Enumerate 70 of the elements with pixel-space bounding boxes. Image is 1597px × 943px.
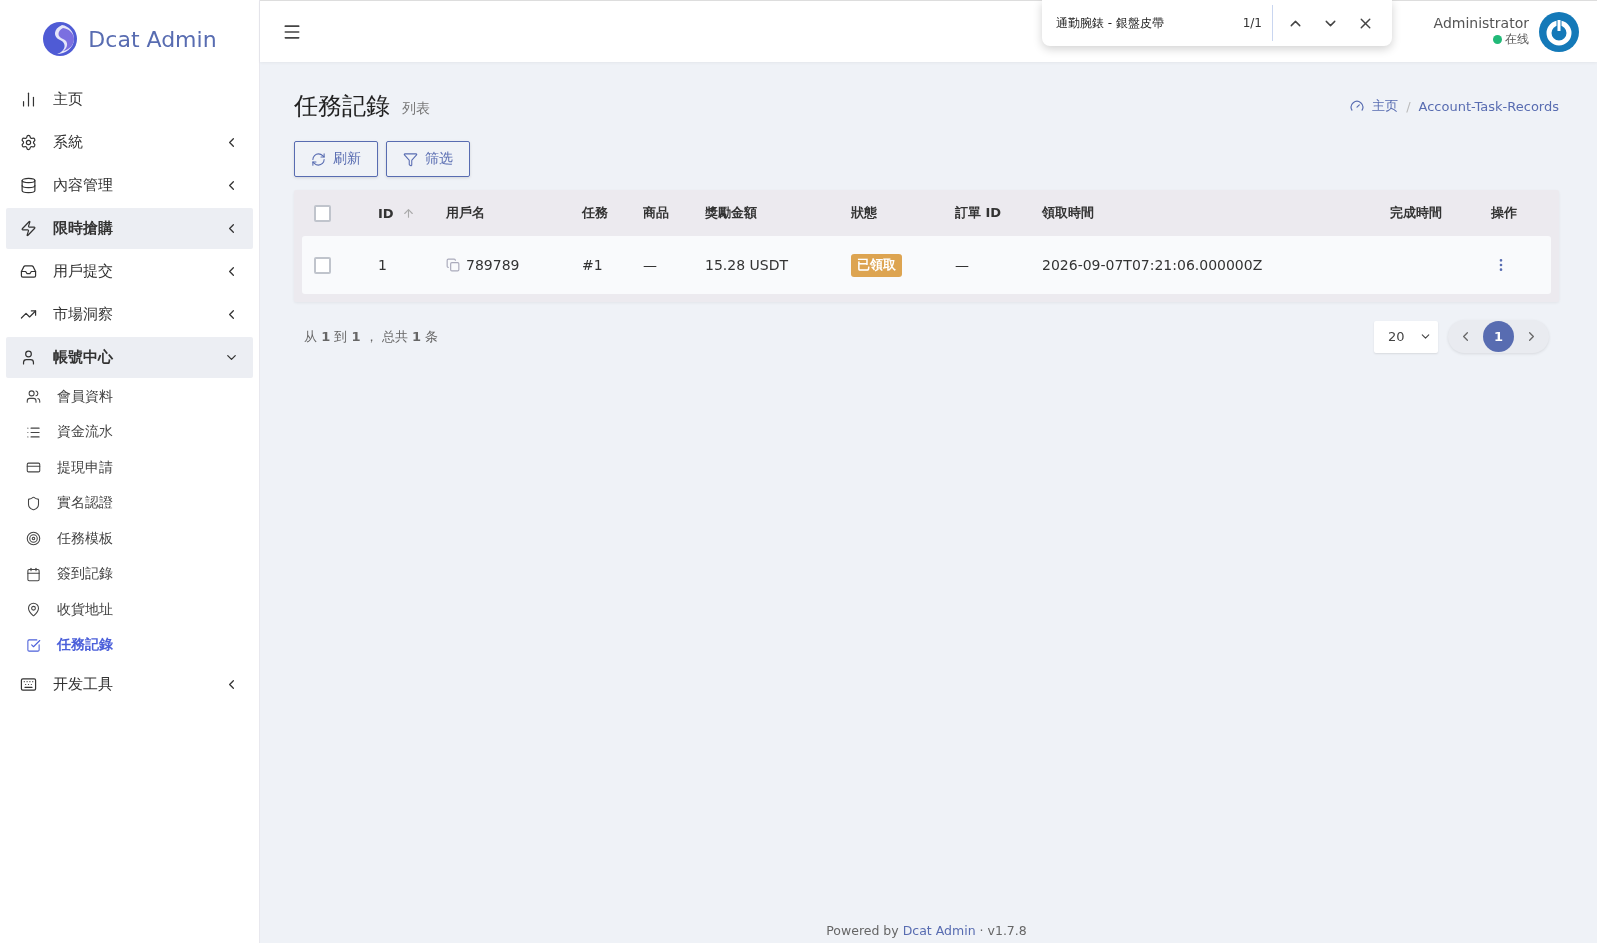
breadcrumb-separator: / bbox=[1406, 98, 1411, 114]
database-icon bbox=[20, 177, 37, 194]
user-name: Administrator bbox=[1433, 15, 1529, 31]
sidebar-subitem[interactable]: 提現申請 bbox=[6, 450, 253, 486]
user-icon bbox=[20, 349, 37, 366]
pagination-summary: 从 1 到 1 ， 总共 1 条 bbox=[304, 327, 439, 346]
toolbar-button[interactable]: 筛选 bbox=[386, 141, 470, 177]
find-count: 1/1 bbox=[1242, 5, 1273, 41]
breadcrumb-link[interactable]: Account-Task-Records bbox=[1418, 98, 1559, 114]
checkbox[interactable] bbox=[314, 204, 331, 222]
checkbox[interactable] bbox=[314, 256, 331, 274]
sidebar-subitem[interactable]: 任務模板 bbox=[6, 521, 253, 557]
users-icon bbox=[26, 389, 41, 405]
column-header: 獎勵金額 bbox=[705, 204, 757, 222]
checkbox-icon bbox=[26, 637, 41, 653]
user-status: 在线 bbox=[1493, 31, 1529, 48]
filter-icon bbox=[403, 151, 418, 167]
column-header: 領取時間 bbox=[1042, 204, 1094, 222]
dashboard-icon bbox=[1350, 99, 1365, 113]
column-header: 任務 bbox=[582, 204, 608, 222]
status-badge: 已領取 bbox=[851, 253, 902, 277]
sidebar-subitem[interactable]: 簽到記錄 bbox=[6, 556, 253, 592]
power-avatar-icon bbox=[1539, 11, 1579, 52]
table-cell-text: 1 bbox=[378, 257, 388, 273]
lightning-icon bbox=[20, 220, 37, 237]
table-cell-text: — bbox=[955, 257, 970, 273]
target-icon bbox=[26, 531, 41, 547]
column-header: 用戶名 bbox=[446, 204, 485, 222]
column-header: 操作 bbox=[1491, 204, 1517, 222]
page-button[interactable]: 1 bbox=[1483, 321, 1514, 352]
column-header: 狀態 bbox=[851, 204, 877, 222]
column-header: ID bbox=[378, 205, 394, 221]
sidebar-subitem[interactable]: 會員資料 bbox=[6, 379, 253, 415]
breadcrumb-link[interactable]: 主页 bbox=[1372, 97, 1399, 115]
sidebar-subitem[interactable]: 資金流水 bbox=[6, 414, 253, 450]
footer-version: · v1.7.8 bbox=[979, 923, 1027, 940]
sort-icon[interactable] bbox=[401, 206, 415, 220]
logo-icon bbox=[42, 21, 79, 57]
sidebar-subitem[interactable]: 收貨地址 bbox=[6, 592, 253, 628]
sidebar-item[interactable]: 帳號中心 bbox=[6, 337, 253, 378]
column-header: 訂單 ID bbox=[955, 204, 1002, 222]
inbox-icon bbox=[20, 263, 37, 280]
toolbar-button[interactable]: 刷新 bbox=[294, 141, 378, 177]
find-query[interactable]: 通勤腕錶 - 銀盤皮帶 bbox=[1056, 14, 1233, 32]
per-page-select[interactable]: 20 bbox=[1374, 320, 1438, 353]
column-header: 完成時間 bbox=[1390, 204, 1442, 222]
table-cell-text: 2026-09-07T07:21:06.000000Z bbox=[1042, 257, 1264, 273]
sidebar-item[interactable]: 限時搶購 bbox=[6, 208, 253, 249]
footer-link[interactable]: Dcat Admin bbox=[902, 923, 976, 943]
calendar-icon bbox=[26, 566, 41, 582]
bar-chart-icon bbox=[20, 91, 37, 108]
card-icon bbox=[26, 460, 41, 476]
copy-icon[interactable] bbox=[446, 258, 460, 272]
shield-icon bbox=[26, 495, 41, 511]
table-cell: 789789 bbox=[466, 257, 520, 273]
list-icon bbox=[26, 424, 41, 440]
table-cell-text: #1 bbox=[582, 257, 604, 273]
refresh-icon bbox=[311, 151, 326, 167]
brand-name: Dcat Admin bbox=[88, 26, 217, 52]
column-header: 商品 bbox=[643, 204, 669, 222]
page-subtitle: 列表 bbox=[402, 100, 430, 118]
settings-icon bbox=[20, 134, 37, 151]
table-cell-text: 15.28 USDT bbox=[705, 257, 789, 273]
map-pin-icon bbox=[26, 602, 41, 618]
sidebar-subitem[interactable]: 任務記錄 bbox=[6, 627, 253, 663]
keyboard-icon bbox=[20, 676, 37, 693]
page-title: 任務記錄 bbox=[294, 91, 390, 122]
footer-text: Powered by bbox=[826, 923, 899, 940]
table-cell-text: — bbox=[643, 257, 658, 273]
sidebar-subitem[interactable]: 實名認證 bbox=[6, 485, 253, 521]
